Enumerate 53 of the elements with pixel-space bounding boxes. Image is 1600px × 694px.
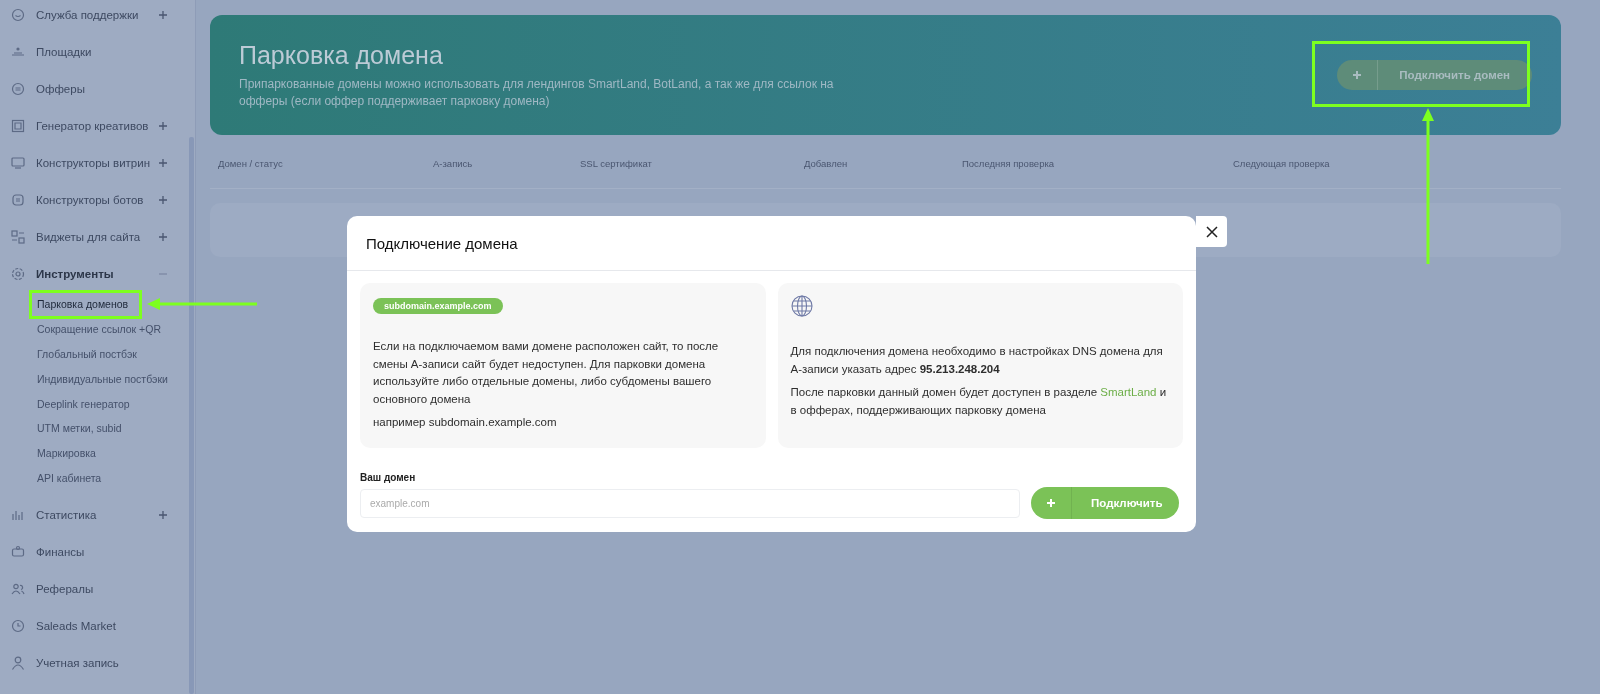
sidebar-item[interactable]: Офферы <box>0 70 195 107</box>
sidebar-subitem[interactable]: Парковка доменов <box>37 298 129 311</box>
users-icon <box>11 581 25 596</box>
column-header: A-запись <box>433 158 474 171</box>
sidebar-subitem[interactable]: UTM метки, subid <box>37 422 122 435</box>
page-title: Парковка домена <box>239 40 444 70</box>
sidebar-item[interactable]: Учетная запись <box>0 644 195 682</box>
sidebar-item[interactable]: Финансы <box>0 533 195 571</box>
example-text: например subdomain.example.com <box>373 415 558 430</box>
sidebar-item[interactable]: Виджеты для сайта <box>0 218 195 255</box>
coin-icon <box>11 81 25 96</box>
page-description: Припаркованные домены можно использовать для лендингов SmartLand, BotLand, а так же для ссылок на офферы (если оффер поддерживает парковку домена) <box>239 75 835 110</box>
plus-icon <box>1046 498 1056 508</box>
connect-button[interactable]: Подключить <box>1031 487 1179 519</box>
sidebar-item[interactable]: Инструменты <box>0 255 195 292</box>
close-icon <box>1205 225 1218 238</box>
domain-input-field[interactable]: example.com <box>360 488 1020 518</box>
dns-text: Для подключения домена необходимо в настройках DNS домена для А-записи указать адрес 95.213.248.204 <box>790 344 1164 377</box>
globe-icon <box>790 295 813 317</box>
sidebar-item[interactable]: Статистика <box>0 496 195 534</box>
field-label: Ваш домен <box>360 472 417 483</box>
column-header: Добавлен <box>804 158 849 171</box>
sidebar-subitem[interactable]: API кабинета <box>37 471 102 484</box>
monitor-icon <box>11 155 25 170</box>
widgets-icon <box>11 229 25 244</box>
info-text: Если на подключаемом вами домене расположен сайт, то после смены А-записи сайт будет недоступен. Для парковки домена используйте либо отдельные домены, либо субдомены вашего основного домена <box>373 339 720 407</box>
sidebar-subitem[interactable]: Deeplink генератор <box>37 397 130 410</box>
clock-icon <box>11 618 25 633</box>
image-frame-icon <box>11 118 25 133</box>
scrollbar[interactable] <box>189 137 194 694</box>
column-header: Следующая проверка <box>1233 158 1331 171</box>
sidebar-subitem[interactable]: Маркировка <box>37 447 96 460</box>
modal-title: Подключение домена <box>347 216 1196 271</box>
plus-icon <box>1352 70 1363 80</box>
close-button[interactable] <box>1196 216 1227 247</box>
domain-tag: subdomain.example.com <box>373 298 503 314</box>
wallet-icon <box>11 544 25 559</box>
column-header: SSL сертификат <box>580 158 653 171</box>
sidebar-item[interactable]: Рефералы <box>0 570 195 608</box>
sidebar-item[interactable]: Генератор креативов <box>0 107 195 144</box>
column-header: Последняя проверка <box>962 158 1056 171</box>
sidebar-item[interactable]: Площадки <box>0 33 195 70</box>
availability-text: После парковки данный домен будет доступен в разделе SmartLand и в офферах, поддерживающих парковку домена <box>790 385 1168 418</box>
sidebar-item[interactable]: Конструкторы витрин <box>0 144 195 181</box>
user-icon <box>11 655 25 670</box>
column-header: Домен / статус <box>218 158 284 171</box>
sidebar-subitem[interactable]: Глобальный постбэк <box>37 348 137 360</box>
sidebar-item[interactable]: Служба поддержки <box>0 0 195 33</box>
sidebar-item[interactable]: Конструкторы ботов <box>0 181 195 218</box>
sidebar-subitem[interactable]: Сокращение ссылок +QR <box>37 323 161 336</box>
smartland-link[interactable]: SmartLand <box>1100 386 1157 398</box>
sidebar-item[interactable]: Saleads Market <box>0 607 195 645</box>
sidebar-subitem[interactable]: Индивидуальные постбэки <box>37 372 168 385</box>
